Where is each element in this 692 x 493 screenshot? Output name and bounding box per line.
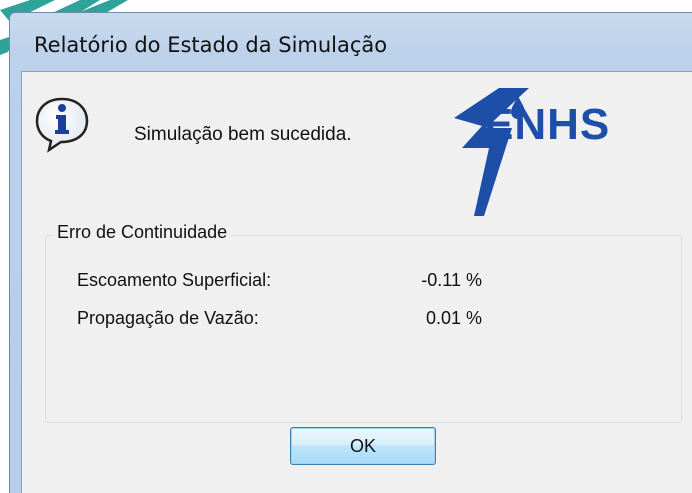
simulation-report-dialog: Relatório do Estado da Simulação Simulaç…	[9, 12, 692, 493]
flow-routing-label: Propagação de Vazão:	[77, 308, 259, 328]
info-icon	[35, 97, 89, 153]
dialog-client-area: Simulação bem sucedida. ENHS Erro de Con…	[21, 71, 692, 493]
group-legend: Erro de Continuidade	[53, 222, 232, 243]
status-message: Simulação bem sucedida.	[134, 124, 352, 145]
window-title: Relatório do Estado da Simulação	[34, 33, 388, 57]
title-bar[interactable]: Relatório do Estado da Simulação	[10, 13, 692, 71]
ok-button[interactable]: OK	[290, 427, 436, 465]
runoff-label: Escoamento Superficial:	[77, 270, 272, 290]
logo-text: ENHS	[484, 100, 611, 149]
flow-routing-value: 0.01 %	[425, 308, 482, 328]
continuity-error-group	[45, 235, 682, 423]
runoff-value: -0.11 %	[421, 270, 482, 290]
